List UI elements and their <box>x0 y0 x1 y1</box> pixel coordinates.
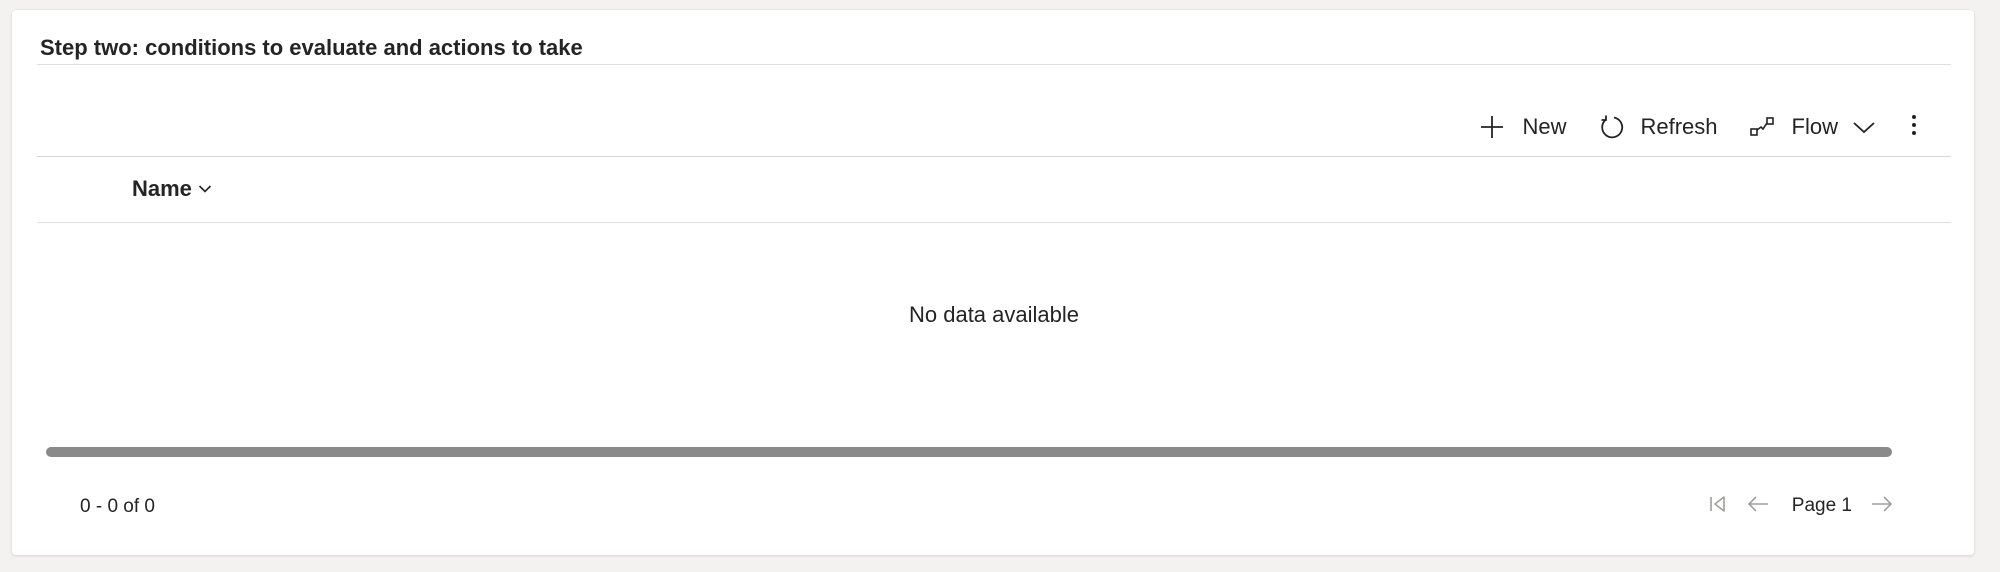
arrow-right-icon <box>1870 494 1894 519</box>
chevron-down-icon <box>198 184 212 194</box>
first-page-button[interactable] <box>1698 486 1738 526</box>
divider <box>37 156 1951 157</box>
previous-page-button[interactable] <box>1738 486 1778 526</box>
chevron-down-icon <box>1852 119 1876 135</box>
horizontal-scrollbar[interactable] <box>46 447 1892 457</box>
column-header-label: Name <box>132 176 192 201</box>
plus-icon <box>1476 111 1508 143</box>
divider <box>37 64 1951 65</box>
pager: Page 1 <box>1698 484 1902 528</box>
flow-button-label: Flow <box>1791 114 1838 139</box>
flow-button[interactable]: Flow <box>1732 104 1890 150</box>
more-commands-button[interactable] <box>1894 104 1934 150</box>
record-count: 0 - 0 of 0 <box>80 496 155 517</box>
empty-state-message: No data available <box>908 302 1079 327</box>
first-page-icon <box>1708 494 1728 519</box>
divider <box>37 222 1951 223</box>
column-header-name[interactable]: Name <box>132 176 212 202</box>
arrow-left-icon <box>1746 494 1770 519</box>
page-label: Page 1 <box>1791 495 1852 516</box>
subgrid-card: Step two: conditions to evaluate and act… <box>12 10 1974 555</box>
new-button-label: New <box>1522 114 1567 139</box>
flow-icon <box>1746 111 1778 143</box>
new-button[interactable]: New <box>1462 104 1580 150</box>
refresh-button-label: Refresh <box>1640 114 1718 139</box>
refresh-icon <box>1595 111 1627 143</box>
more-vertical-icon <box>1910 113 1918 142</box>
command-bar: New Refresh Flow <box>1462 104 1934 150</box>
next-page-button[interactable] <box>1862 486 1902 526</box>
refresh-button[interactable]: Refresh <box>1581 104 1732 150</box>
